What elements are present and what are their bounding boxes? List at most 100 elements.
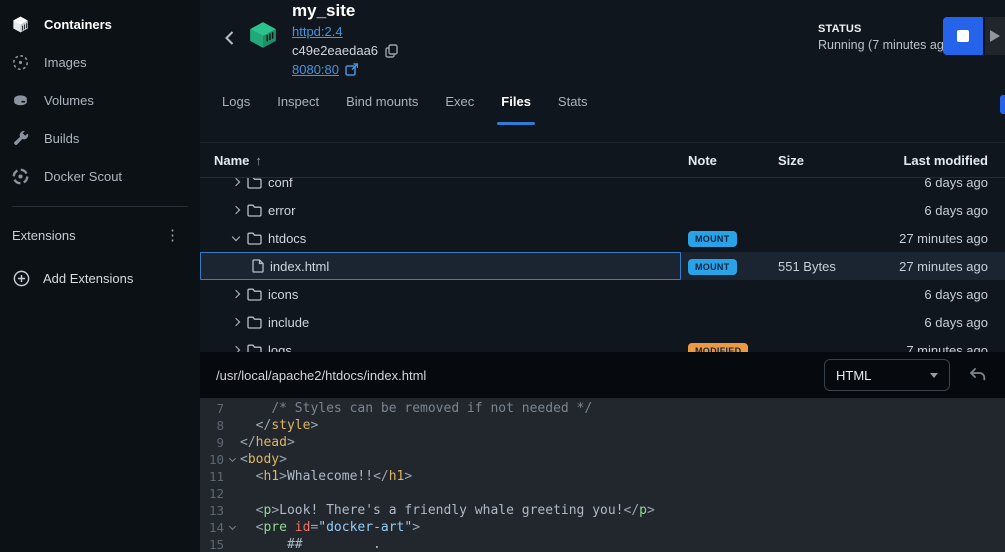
- folder-icon: [247, 204, 262, 217]
- language-select[interactable]: HTML: [824, 359, 950, 391]
- restart-button-partial[interactable]: [985, 17, 1005, 55]
- line-number: 15: [200, 536, 224, 552]
- kebab-icon: ⋮: [165, 227, 180, 244]
- code-line[interactable]: 7 /* Styles can be removed if not needed…: [200, 400, 1005, 417]
- external-link-icon: [345, 63, 358, 76]
- file-last-modified: 6 days ago: [888, 178, 1005, 190]
- sidebar-item-builds[interactable]: Builds: [0, 119, 200, 157]
- code-text: </head>: [240, 434, 295, 451]
- code-line[interactable]: 10 <body>: [200, 451, 1005, 468]
- chevron-left-icon: [224, 30, 235, 46]
- chevron-icon: [232, 206, 240, 214]
- fold-chevron-icon[interactable]: [224, 468, 240, 485]
- container-image-icon: [248, 21, 278, 85]
- table-row[interactable]: htdocs MOUNT 27 minutes ago: [200, 224, 1005, 252]
- tab-files[interactable]: Files: [501, 94, 531, 120]
- fold-chevron-icon[interactable]: [224, 519, 240, 536]
- code-line[interactable]: 13 <p>Look! There's a friendly whale gre…: [200, 502, 1005, 519]
- expand-chevron[interactable]: [231, 179, 241, 185]
- sidebar: Containers Images Volumes Builds Docker …: [0, 0, 200, 552]
- table-row[interactable]: include 6 days ago: [200, 308, 1005, 336]
- file-last-modified: 6 days ago: [888, 203, 1005, 218]
- table-row[interactable]: index.html MOUNT 551 Bytes 27 minutes ag…: [200, 252, 1005, 280]
- stop-button[interactable]: [943, 17, 983, 55]
- sidebar-divider: [12, 206, 188, 207]
- note-badge: MOUNT: [688, 231, 737, 247]
- note-badge: MOUNT: [688, 259, 737, 275]
- table-row[interactable]: conf 6 days ago: [200, 178, 1005, 196]
- fold-chevron-icon[interactable]: [224, 451, 240, 468]
- tab-bind-mounts[interactable]: Bind mounts: [346, 94, 418, 120]
- add-extensions-button[interactable]: Add Extensions: [0, 259, 200, 297]
- code-line[interactable]: 12: [200, 485, 1005, 502]
- code-line[interactable]: 14 <pre id="docker-art">: [200, 519, 1005, 536]
- chevron-down-icon: [930, 373, 938, 378]
- expand-chevron[interactable]: [231, 207, 241, 213]
- tab-exec[interactable]: Exec: [445, 94, 474, 120]
- files-table-header: Name ↑ Note Size Last modified: [200, 143, 1005, 178]
- code-text: </style>: [240, 417, 318, 434]
- code-line[interactable]: 8 </style>: [200, 417, 1005, 434]
- code-text: <p>Look! There's a friendly whale greeti…: [240, 502, 655, 519]
- file-size: 551 Bytes: [778, 259, 888, 274]
- table-row[interactable]: logs MODIFIED 7 minutes ago: [200, 336, 1005, 352]
- sidebar-item-volumes[interactable]: Volumes: [0, 81, 200, 119]
- sidebar-item-docker-scout[interactable]: Docker Scout: [0, 157, 200, 195]
- line-number: 12: [200, 485, 224, 502]
- code-text: <h1>Whalecome!!</h1>: [240, 468, 412, 485]
- expand-chevron[interactable]: [231, 319, 241, 325]
- fold-chevron-icon[interactable]: [224, 536, 240, 552]
- expand-chevron[interactable]: [231, 291, 241, 297]
- folder-icon: [247, 178, 262, 189]
- code-line[interactable]: 11 <h1>Whalecome!!</h1>: [200, 468, 1005, 485]
- file-last-modified: 6 days ago: [888, 287, 1005, 302]
- status-label: STATUS: [818, 23, 955, 35]
- file-name: error: [268, 203, 295, 218]
- line-number: 14: [200, 519, 224, 536]
- back-button[interactable]: [218, 27, 240, 49]
- sidebar-item-images[interactable]: Images: [0, 43, 200, 81]
- fold-chevron-icon[interactable]: [224, 485, 240, 502]
- app-window: Containers Images Volumes Builds Docker …: [0, 0, 1005, 552]
- code-line[interactable]: 15 ## .: [200, 536, 1005, 552]
- file-name: conf: [268, 178, 293, 190]
- add-extensions-label: Add Extensions: [43, 271, 133, 286]
- partial-blue-button[interactable]: [1000, 95, 1005, 114]
- files-rows: conf 6 days ago error 6 days ago htdocs …: [200, 178, 1005, 352]
- folder-icon: [247, 288, 262, 301]
- fold-chevron-icon[interactable]: [224, 502, 240, 519]
- tab-logs[interactable]: Logs: [222, 94, 250, 120]
- language-select-value: HTML: [836, 368, 871, 383]
- port-link[interactable]: 8080:80: [292, 62, 339, 77]
- table-row[interactable]: icons 6 days ago: [200, 280, 1005, 308]
- tab-bar: Logs Inspect Bind mounts Exec Files Stat…: [200, 85, 1005, 143]
- tab-inspect[interactable]: Inspect: [277, 94, 319, 120]
- open-port-button[interactable]: [345, 63, 358, 76]
- undo-button[interactable]: [966, 367, 989, 383]
- line-number: 10: [200, 451, 224, 468]
- code-editor[interactable]: 7 /* Styles can be removed if not needed…: [200, 398, 1005, 552]
- builds-icon: [10, 128, 30, 148]
- column-header-name[interactable]: Name ↑: [200, 153, 688, 168]
- fold-chevron-icon[interactable]: [224, 434, 240, 451]
- volumes-icon: [10, 90, 30, 110]
- fold-chevron-icon[interactable]: [224, 417, 240, 434]
- sidebar-item-containers[interactable]: Containers: [0, 5, 200, 43]
- code-line[interactable]: 9 </head>: [200, 434, 1005, 451]
- stop-icon: [957, 30, 969, 42]
- expand-chevron[interactable]: [231, 347, 241, 352]
- file-last-modified: 7 minutes ago: [888, 343, 1005, 353]
- container-title: my_site: [292, 2, 398, 20]
- tab-stats[interactable]: Stats: [558, 94, 588, 120]
- file-icon: [252, 259, 264, 273]
- note-badge: MODIFIED: [688, 343, 748, 353]
- image-link[interactable]: httpd:2.4: [292, 24, 343, 39]
- expand-chevron[interactable]: [231, 237, 241, 240]
- fold-chevron-icon[interactable]: [224, 400, 240, 417]
- copy-id-button[interactable]: [385, 44, 398, 58]
- code-text: ## .: [240, 536, 381, 552]
- extensions-menu-button[interactable]: ⋮: [159, 224, 186, 246]
- table-row[interactable]: error 6 days ago: [200, 196, 1005, 224]
- container-meta: my_site httpd:2.4 c49e2eaedaa6 8080:80: [292, 0, 398, 85]
- chevron-icon: [232, 318, 240, 326]
